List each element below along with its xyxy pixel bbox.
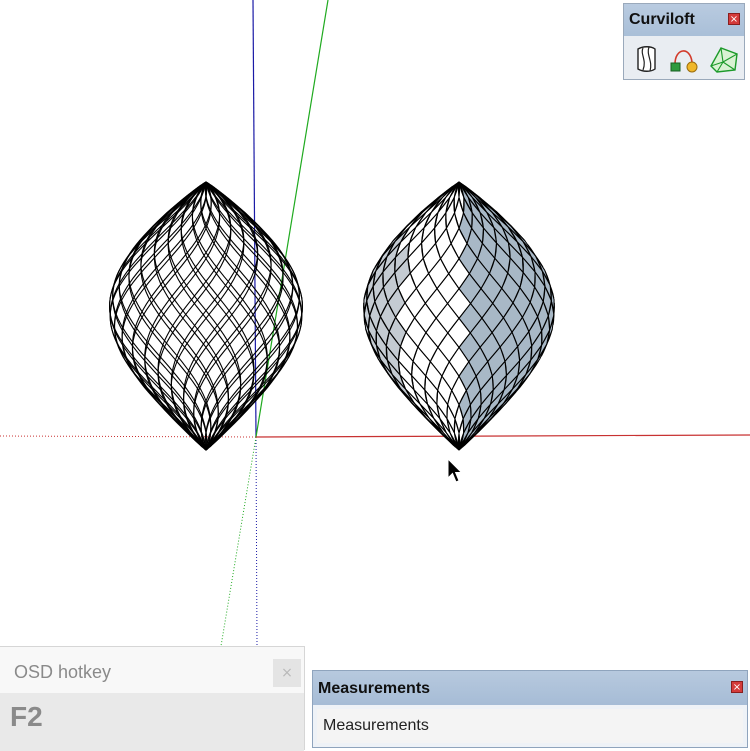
curve-skinning-button[interactable] bbox=[668, 42, 702, 76]
curve-skinning-icon bbox=[670, 50, 698, 73]
osd-header: OSD hotkey × bbox=[0, 647, 304, 693]
measurements-title: Measurements bbox=[318, 680, 431, 697]
curve-contour-button[interactable] bbox=[707, 42, 741, 76]
measurements-header: Measurements bbox=[313, 671, 747, 705]
osd-hotkey-panel: OSD hotkey × F2 bbox=[0, 646, 305, 751]
axis-red-positive bbox=[255, 434, 750, 438]
loft-by-spline-button[interactable] bbox=[629, 42, 663, 76]
osd-hotkey-value: F2 bbox=[10, 701, 43, 732]
toolbar-title-bar: Curviloft bbox=[624, 4, 744, 36]
axis-blue-down bbox=[255, 436, 258, 647]
wireframe-onion-dome[interactable] bbox=[109, 181, 303, 451]
curve-contour-icon bbox=[710, 47, 738, 73]
osd-title: OSD hotkey bbox=[14, 662, 112, 682]
osd-close-button[interactable]: × bbox=[273, 659, 301, 687]
loft-by-spline-icon bbox=[637, 46, 656, 72]
axis-green-down bbox=[220, 436, 257, 647]
measurements-panel: Measurements × Measurements bbox=[312, 670, 748, 748]
mouse-pointer-icon bbox=[447, 457, 463, 483]
measurements-input[interactable]: Measurements bbox=[317, 709, 743, 743]
osd-body bbox=[0, 693, 304, 751]
measurements-label: Measurements bbox=[323, 717, 429, 734]
toolbar-close-button[interactable]: × bbox=[728, 13, 740, 25]
curviloft-toolbar: Curviloft × bbox=[623, 3, 745, 80]
surfaced-onion-dome[interactable] bbox=[363, 181, 555, 451]
model-viewport[interactable] bbox=[0, 0, 750, 750]
toolbar-title: Curviloft bbox=[629, 11, 695, 28]
measurements-close-button[interactable]: × bbox=[731, 681, 743, 693]
